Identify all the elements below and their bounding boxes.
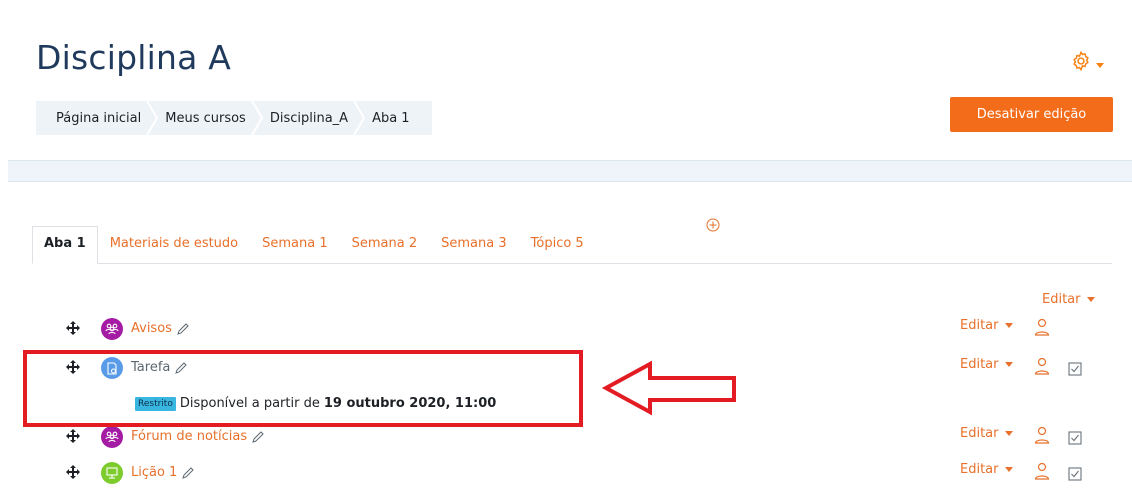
move-icon[interactable] xyxy=(66,359,80,378)
settings-menu[interactable] xyxy=(1070,50,1104,76)
activity-edit-menu[interactable]: Editar xyxy=(960,462,1013,477)
activity-name: Tarefa xyxy=(131,360,171,375)
pencil-icon[interactable] xyxy=(176,322,190,336)
activity-link[interactable]: Fórum de notícias xyxy=(131,429,265,444)
chevron-down-icon xyxy=(1004,467,1013,472)
breadcrumb-label: Aba 1 xyxy=(372,110,410,126)
breadcrumb-label: Página inicial xyxy=(56,110,142,126)
section-edit-menu[interactable]: Editar xyxy=(1042,292,1095,307)
assignment-icon xyxy=(101,357,123,379)
breadcrumb-label: Disciplina_A xyxy=(269,110,349,126)
gear-icon xyxy=(1070,50,1092,76)
arrow-left-icon xyxy=(601,360,736,416)
tab-semana-2[interactable]: Semana 2 xyxy=(340,236,430,263)
breadcrumb: Página inicial Meus cursos Disciplina_A … xyxy=(36,101,432,135)
restriction-info: Restrito Disponível a partir de 19 outub… xyxy=(135,396,496,411)
lesson-icon xyxy=(101,462,123,484)
pencil-icon[interactable] xyxy=(181,466,195,480)
tab-aba-1[interactable]: Aba 1 xyxy=(32,226,98,264)
activity-edit-label: Editar xyxy=(960,462,999,477)
chevron-down-icon xyxy=(1096,62,1104,68)
activity-name: Avisos xyxy=(131,321,172,336)
activity-name: Fórum de notícias xyxy=(131,429,248,444)
chevron-down-icon xyxy=(1004,431,1013,436)
section-divider xyxy=(8,160,1132,182)
breadcrumb-item-my-courses[interactable]: Meus cursos xyxy=(141,101,246,135)
activity-edit-label: Editar xyxy=(960,426,999,441)
breadcrumb-separator xyxy=(353,101,366,135)
add-tab-icon[interactable] xyxy=(706,218,720,236)
section-edit-label: Editar xyxy=(1042,292,1081,307)
tab-semana-1[interactable]: Semana 1 xyxy=(250,236,340,263)
breadcrumb-item-course[interactable]: Disciplina_A xyxy=(246,101,348,135)
activity-row: Fórum de notícias Editar xyxy=(0,426,1132,450)
breadcrumb-separator xyxy=(146,101,159,135)
completion-checkbox-icon[interactable] xyxy=(1068,361,1082,380)
move-icon[interactable] xyxy=(66,320,80,339)
activity-edit-menu[interactable]: Editar xyxy=(960,357,1013,372)
restricted-badge: Restrito xyxy=(135,396,176,411)
pencil-icon[interactable] xyxy=(251,430,265,444)
activity-name: Lição 1 xyxy=(131,465,178,480)
chevron-down-icon xyxy=(1004,362,1013,367)
user-icon[interactable] xyxy=(1034,357,1050,379)
activity-row: Avisos Editar xyxy=(0,318,1132,342)
activity-edit-menu[interactable]: Editar xyxy=(960,426,1013,441)
breadcrumb-label: Meus cursos xyxy=(165,110,246,126)
tab-topico-5[interactable]: Tópico 5 xyxy=(519,236,596,263)
move-icon[interactable] xyxy=(66,428,80,447)
activity-row: Tarefa Editar xyxy=(0,357,1132,381)
activity-link[interactable]: Tarefa xyxy=(131,360,188,375)
forum-icon xyxy=(101,426,123,448)
course-tabs: Aba 1 Materiais de estudo Semana 1 Seman… xyxy=(32,218,1112,264)
chevron-down-icon xyxy=(1086,297,1095,302)
chevron-down-icon xyxy=(1004,323,1013,328)
activity-row: Lição 1 Editar xyxy=(0,462,1132,486)
breadcrumb-separator xyxy=(250,101,263,135)
completion-checkbox-icon[interactable] xyxy=(1068,466,1082,485)
breadcrumb-item-tab[interactable]: Aba 1 xyxy=(348,101,410,135)
completion-checkbox-icon[interactable] xyxy=(1068,430,1082,449)
user-icon[interactable] xyxy=(1034,318,1050,340)
turn-editing-off-button[interactable]: Desativar edição xyxy=(950,97,1113,132)
user-icon[interactable] xyxy=(1034,462,1050,484)
breadcrumb-item-home[interactable]: Página inicial xyxy=(56,101,141,135)
activity-link[interactable]: Lição 1 xyxy=(131,465,195,480)
activity-edit-menu[interactable]: Editar xyxy=(960,318,1013,333)
activity-link[interactable]: Avisos xyxy=(131,321,190,336)
pencil-icon[interactable] xyxy=(174,361,188,375)
page-title: Disciplina A xyxy=(36,38,231,77)
restriction-date: 19 outubro 2020, 11:00 xyxy=(323,396,497,411)
forum-icon xyxy=(101,318,123,340)
restriction-text: Disponível a partir de xyxy=(179,396,320,411)
move-icon[interactable] xyxy=(66,464,80,483)
activity-edit-label: Editar xyxy=(960,318,999,333)
tab-semana-3[interactable]: Semana 3 xyxy=(429,236,519,263)
tab-materiais-de-estudo[interactable]: Materiais de estudo xyxy=(98,236,250,263)
activity-edit-label: Editar xyxy=(960,357,999,372)
user-icon[interactable] xyxy=(1034,426,1050,448)
